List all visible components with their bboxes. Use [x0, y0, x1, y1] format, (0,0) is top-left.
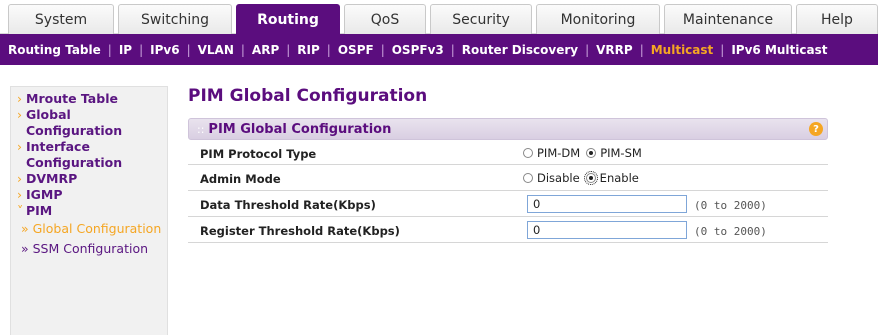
- sidebar: › Mroute Table › Global Configuration › …: [10, 86, 168, 335]
- row-data-threshold: Data Threshold Rate(Kbps) (0 to 2000): [188, 195, 828, 215]
- protocol-type-label: PIM Protocol Type: [200, 147, 317, 161]
- row-divider: [188, 242, 828, 243]
- sidebar-item-label: Global Configuration: [26, 107, 123, 138]
- subnav-ipv6-multicast[interactable]: IPv6 Multicast: [731, 43, 827, 57]
- sidebar-item-label: Interface Configuration: [26, 139, 123, 170]
- subnav-separator: |: [326, 42, 331, 57]
- sidebar-item-label: Mroute Table: [26, 91, 118, 106]
- chevron-right-icon: ›: [17, 139, 22, 154]
- sidebar-item-label: PIM: [26, 203, 53, 218]
- row-register-threshold: Register Threshold Rate(Kbps) (0 to 2000…: [188, 221, 828, 241]
- tab-maintenance[interactable]: Maintenance: [664, 4, 792, 34]
- disable-radio[interactable]: [523, 173, 533, 183]
- chevron-right-icon: ›: [17, 91, 22, 106]
- subnav-ip[interactable]: IP: [119, 43, 132, 57]
- pim-sm-radio[interactable]: [586, 148, 597, 158]
- sidebar-item-label: IGMP: [26, 187, 63, 202]
- subnav-separator: |: [240, 42, 245, 57]
- subnav-separator: |: [380, 42, 385, 57]
- sidebar-subitem-ssm-configuration[interactable]: » SSM Configuration: [17, 239, 167, 259]
- subnav-separator: |: [186, 42, 191, 57]
- data-threshold-range: (0 to 2000): [694, 199, 767, 212]
- data-threshold-label: Data Threshold Rate(Kbps): [200, 198, 376, 212]
- register-threshold-range: (0 to 2000): [694, 225, 767, 238]
- top-nav-tabs: System Switching Routing QoS Security Mo…: [0, 0, 878, 35]
- admin-mode-radio-group: Disable Enable: [523, 171, 645, 185]
- admin-mode-label: Admin Mode: [200, 172, 281, 186]
- subnav-separator: |: [107, 42, 112, 57]
- pim-sm-label: PIM-SM: [600, 146, 642, 160]
- panel-title: PIM Global Configuration: [208, 121, 392, 137]
- sidebar-item-igmp[interactable]: › IGMP: [17, 187, 167, 203]
- subnav-vlan[interactable]: VLAN: [198, 43, 234, 57]
- disable-label: Disable: [537, 171, 580, 185]
- subnav-ospfv3[interactable]: OSPFv3: [392, 43, 444, 57]
- tab-system[interactable]: System: [8, 4, 114, 34]
- subnav-separator: |: [720, 42, 725, 57]
- subnav-rip[interactable]: RIP: [297, 43, 320, 57]
- row-divider: [188, 190, 828, 191]
- subnav-separator: |: [450, 42, 455, 57]
- chevron-down-icon: ˅: [17, 203, 24, 218]
- data-threshold-input[interactable]: [527, 195, 687, 213]
- sub-nav-bar: Routing Table | IP | IPv6 | VLAN | ARP |…: [0, 34, 878, 65]
- grip-icon: ::: [197, 122, 205, 136]
- sidebar-item-pim[interactable]: ˅ PIM: [17, 203, 167, 219]
- subnav-separator: |: [639, 42, 644, 57]
- row-divider: [188, 216, 828, 217]
- tab-monitoring[interactable]: Monitoring: [536, 4, 660, 34]
- row-divider: [188, 164, 828, 165]
- protocol-type-radio-group: PIM-DM PIM-SM: [523, 146, 648, 160]
- tab-help[interactable]: Help: [796, 4, 878, 34]
- sidebar-item-label: DVMRP: [26, 171, 78, 186]
- subnav-routing-table[interactable]: Routing Table: [8, 43, 101, 57]
- subnav-router-discovery[interactable]: Router Discovery: [462, 43, 578, 57]
- subnav-vrrp[interactable]: VRRP: [596, 43, 633, 57]
- chevron-right-icon: ›: [17, 171, 22, 186]
- help-icon[interactable]: ?: [809, 122, 823, 136]
- subnav-separator: |: [139, 42, 144, 57]
- tab-qos[interactable]: QoS: [344, 4, 426, 34]
- register-threshold-input[interactable]: [527, 221, 687, 239]
- sidebar-item-dvmrp[interactable]: › DVMRP: [17, 171, 167, 187]
- tab-routing[interactable]: Routing: [236, 4, 340, 35]
- sidebar-item-interface-configuration[interactable]: › Interface Configuration: [17, 139, 167, 171]
- panel-header: :: PIM Global Configuration ?: [188, 118, 828, 140]
- subnav-arp[interactable]: ARP: [252, 43, 279, 57]
- subnav-separator: |: [585, 42, 590, 57]
- pim-dm-label: PIM-DM: [537, 146, 581, 160]
- register-threshold-label: Register Threshold Rate(Kbps): [200, 224, 400, 238]
- tab-switching[interactable]: Switching: [118, 4, 232, 34]
- enable-radio[interactable]: [583, 171, 598, 185]
- subnav-ipv6[interactable]: IPv6: [150, 43, 179, 57]
- pim-dm-radio[interactable]: [523, 148, 533, 158]
- page-title: PIM Global Configuration: [188, 86, 428, 106]
- subnav-separator: |: [286, 42, 291, 57]
- tab-security[interactable]: Security: [430, 4, 532, 34]
- enable-label: Enable: [599, 171, 639, 185]
- chevron-right-icon: ›: [17, 187, 22, 202]
- row-admin-mode: Admin Mode Disable Enable: [188, 169, 828, 189]
- sidebar-subitem-global-configuration[interactable]: » Global Configuration: [17, 219, 167, 239]
- sidebar-item-global-configuration[interactable]: › Global Configuration: [17, 107, 167, 139]
- subnav-multicast[interactable]: Multicast: [651, 43, 714, 57]
- chevron-right-icon: ›: [17, 107, 22, 122]
- subnav-ospf[interactable]: OSPF: [338, 43, 374, 57]
- sidebar-item-mroute-table[interactable]: › Mroute Table: [17, 91, 167, 107]
- row-protocol-type: PIM Protocol Type PIM-DM PIM-SM: [188, 144, 828, 164]
